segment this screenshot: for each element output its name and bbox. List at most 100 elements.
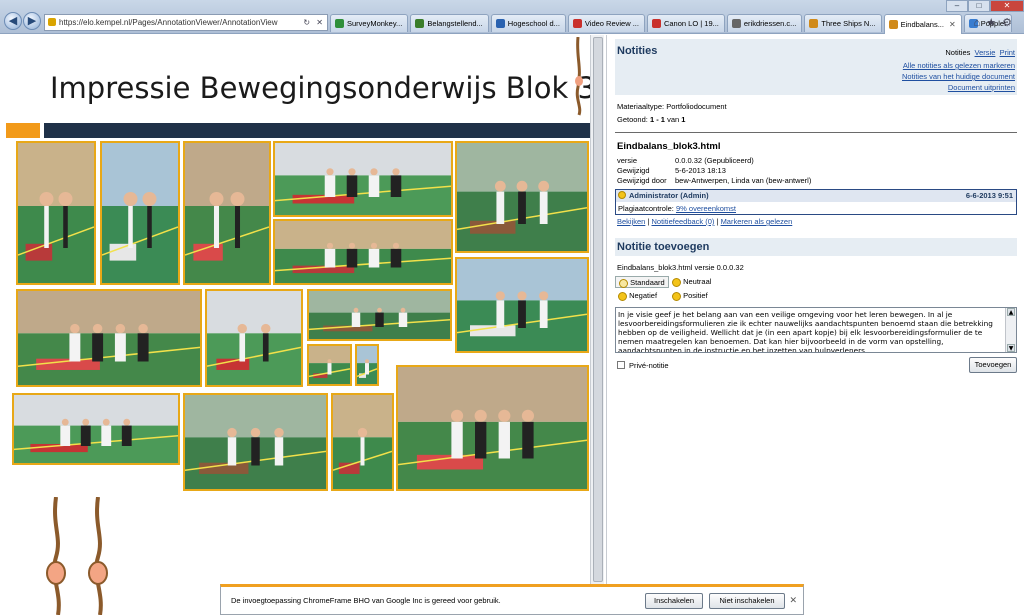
file-name: Eindbalans_blok3.html: [617, 141, 721, 152]
gym-photo: [455, 257, 589, 353]
gym-photo: [273, 219, 453, 285]
detail-value: 5-6-2013 18:13: [675, 166, 726, 175]
gym-photo: [100, 141, 180, 285]
mark-all-read-link[interactable]: Alle notities als gelezen markeren: [903, 61, 1015, 70]
mark-read-link[interactable]: Markeren als gelezen: [721, 217, 793, 226]
favicon-icon: [651, 19, 661, 28]
note-textarea[interactable]: In je visie geef je het belang aan van e…: [615, 307, 1017, 353]
browser-tab[interactable]: Canon LO | 19...: [646, 14, 725, 32]
link-notities[interactable]: Notities: [945, 48, 970, 57]
forward-button[interactable]: ▶: [23, 12, 41, 30]
address-actions[interactable]: ↻ ✕: [303, 15, 325, 30]
note-date: 6-6-2013 9:51: [965, 191, 1013, 200]
plagiarism-check: Plagiaatcontrole: 9% overeenkomst: [618, 204, 736, 213]
standard-icon: [619, 278, 628, 288]
browser-tab[interactable]: Eindbalans... ✕: [883, 14, 962, 34]
detail-label: versie: [617, 156, 638, 165]
option-negatief[interactable]: Negatief: [615, 290, 660, 302]
link-print[interactable]: Print: [1000, 48, 1015, 57]
document-scrollbar[interactable]: [590, 35, 604, 615]
maximize-button[interactable]: □: [968, 0, 990, 12]
close-icon[interactable]: ✕: [789, 595, 797, 606]
notes-header: Notities Notities Versie Print Alle noti…: [615, 39, 1017, 95]
textarea-scrollbar[interactable]: ▲ ▼: [1005, 308, 1016, 352]
title-rule-bar: [44, 123, 590, 138]
window-controls: – □ ✕: [946, 0, 1024, 14]
plagiarism-link[interactable]: 9% overeenkomst: [676, 204, 736, 213]
gym-photo: [12, 393, 180, 465]
gym-photo: [205, 289, 303, 387]
view-note-link[interactable]: Bekijken: [617, 217, 645, 226]
back-button[interactable]: ◀: [4, 12, 22, 30]
gear-icon[interactable]: ⚙: [1002, 17, 1018, 29]
print-document-link[interactable]: Document uitprinten: [948, 83, 1015, 92]
address-bar[interactable]: https://elo.kempel.nl/Pages/AnnotationVi…: [44, 14, 328, 31]
note-smiley-icon: [618, 191, 626, 199]
favicon-icon: [572, 19, 582, 28]
browser-tab[interactable]: erikdriessen.c...: [726, 14, 803, 32]
gym-photo: [307, 344, 352, 386]
close-tab-icon[interactable]: ✕: [949, 16, 956, 33]
gym-photo: [307, 289, 452, 341]
minimize-button[interactable]: –: [946, 0, 968, 12]
address-text: https://elo.kempel.nl/Pages/AnnotationVi…: [59, 18, 278, 27]
material-type: Materiaaltype: Portfoliodocument: [617, 102, 727, 111]
tab-label: erikdriessen.c...: [743, 19, 797, 28]
add-note-title: Notitie toevoegen: [617, 241, 710, 253]
note-feedback-link[interactable]: Notitiefeedback (0): [651, 217, 714, 226]
current-doc-notes-link[interactable]: Notities van het huidige document: [902, 72, 1015, 81]
detail-label: Gewijzigd door: [617, 176, 667, 185]
option-positief[interactable]: Positief: [669, 290, 711, 302]
enable-button[interactable]: Inschakelen: [645, 593, 703, 609]
notes-panel: Notities Notities Versie Print Alle noti…: [606, 35, 1024, 615]
browser-tab[interactable]: Hogeschool d...: [490, 14, 566, 32]
tab-label: Canon LO | 19...: [663, 19, 719, 28]
gym-photo: [331, 393, 394, 491]
gym-photo: [273, 141, 453, 217]
rope-decoration: [575, 37, 583, 116]
private-note-checkbox[interactable]: [617, 361, 625, 369]
favorites-icon[interactable]: ★: [986, 17, 1002, 29]
scroll-thumb[interactable]: [593, 37, 603, 582]
notification-message: De invoegtoepassing ChromeFrame BHO van …: [231, 596, 501, 605]
neutral-smiley-icon: [672, 277, 681, 287]
gym-photo: [16, 141, 96, 285]
option-standaard[interactable]: Standaard: [615, 276, 669, 288]
tab-strip: SurveyMonkey... Belangstellend... Hogescho…: [330, 14, 1014, 34]
close-window-button[interactable]: ✕: [990, 0, 1024, 12]
favicon-icon: [888, 20, 898, 29]
lock-icon: [48, 18, 56, 26]
disable-button[interactable]: Niet inschakelen: [709, 593, 785, 609]
addon-notification-bar: De invoegtoepassing ChromeFrame BHO van …: [220, 584, 804, 615]
note-author: Administrator (Admin): [629, 191, 709, 200]
gym-photo: [183, 141, 271, 285]
header-links: Notities Versie Print: [945, 48, 1015, 57]
tab-label: Hogeschool d...: [507, 19, 560, 28]
browser-tab[interactable]: Belangstellend...: [410, 14, 489, 32]
rope-climbing-icon: [46, 497, 108, 615]
gym-photo: [16, 289, 202, 387]
gym-photo: [455, 141, 589, 253]
tab-label: SurveyMonkey...: [347, 19, 403, 28]
scroll-up-icon[interactable]: ▲: [1007, 308, 1015, 316]
document-viewer: Impressie Bewegingsonderwijs Blok 3: [0, 35, 604, 615]
option-neutraal[interactable]: Neutraal: [669, 276, 714, 288]
tab-label: Video Review ...: [584, 19, 639, 28]
note-text: In je visie geef je het belang aan van e…: [618, 310, 993, 353]
link-versie[interactable]: Versie: [975, 48, 996, 57]
note-actions: Bekijken | Notitiefeedback (0) | Markere…: [617, 217, 793, 226]
browser-tab[interactable]: SurveyMonkey...: [330, 14, 409, 32]
favicon-icon: [415, 19, 425, 28]
tab-label: Belangstellend...: [427, 19, 483, 28]
add-note-button[interactable]: Toevoegen: [969, 357, 1017, 373]
tab-label: Eindbalans...: [900, 20, 944, 29]
home-icon[interactable]: ⌂: [974, 17, 987, 29]
add-note-header: Notitie toevoegen: [615, 238, 1017, 256]
browser-tab[interactable]: Video Review ...: [567, 14, 645, 32]
positive-smiley-icon: [672, 291, 681, 301]
detail-value: 0.0.0.32 (Gepubliceerd): [675, 156, 754, 165]
detail-label: Gewijzigd: [617, 166, 650, 175]
browser-tab[interactable]: Three Ships N...: [804, 14, 882, 32]
scroll-down-icon[interactable]: ▼: [1007, 344, 1015, 352]
shown-count: Getoond: 1 - 1 van 1: [617, 115, 686, 124]
